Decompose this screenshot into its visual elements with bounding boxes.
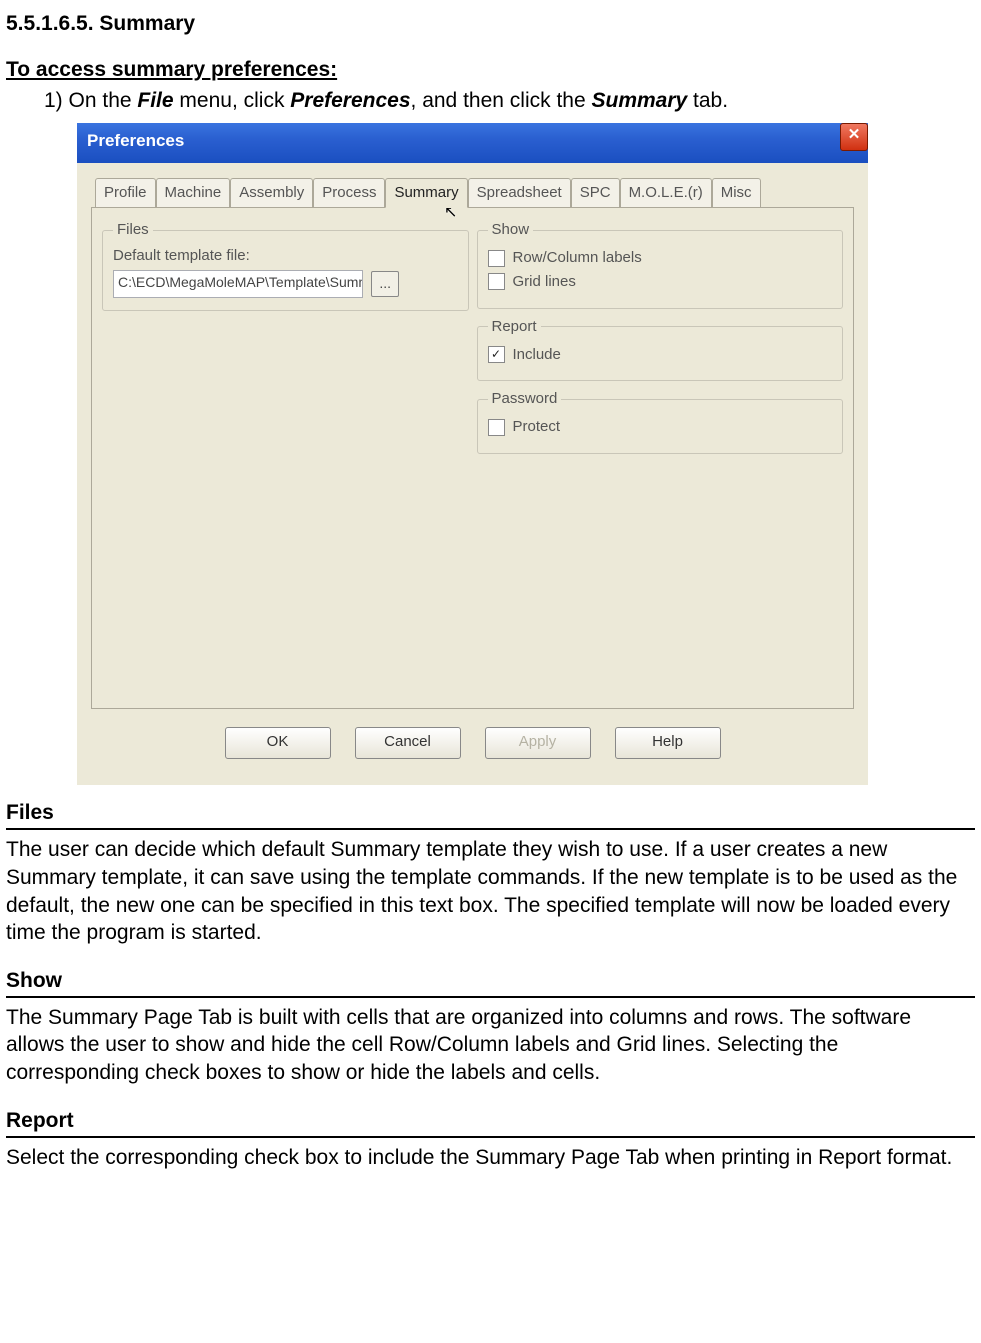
- password-group: Password Protect: [477, 389, 844, 454]
- preferences-dialog: Preferences ✕ Profile Machine Assembly P…: [73, 119, 872, 789]
- files-legend: Files: [113, 220, 153, 240]
- grid-lines-label: Grid lines: [513, 272, 576, 292]
- tab-summary[interactable]: Summary: [385, 178, 467, 209]
- default-template-input[interactable]: C:\ECD\MegaMoleMAP\Template\Summ: [113, 270, 363, 298]
- dialog-titlebar[interactable]: Preferences ✕: [77, 123, 868, 162]
- tab-machine[interactable]: Machine: [156, 178, 231, 209]
- cancel-button[interactable]: Cancel: [355, 727, 461, 759]
- row-column-labels-checkbox[interactable]: [488, 250, 505, 267]
- row-column-labels-label: Row/Column labels: [513, 248, 642, 268]
- protect-checkbox[interactable]: [488, 419, 505, 436]
- step-text-4: tab.: [687, 89, 728, 112]
- report-section-text: Select the corresponding check box to in…: [6, 1144, 975, 1172]
- files-group: Files Default template file: C:\ECD\Mega…: [102, 220, 469, 311]
- include-checkbox[interactable]: [488, 346, 505, 363]
- tab-process[interactable]: Process: [313, 178, 385, 209]
- ok-button[interactable]: OK: [225, 727, 331, 759]
- tab-strip: Profile Machine Assembly Process Summary…: [95, 177, 854, 208]
- dialog-title: Preferences: [87, 130, 184, 152]
- help-button[interactable]: Help: [615, 727, 721, 759]
- bold-summary: Summary: [591, 89, 687, 112]
- show-section-title: Show: [6, 967, 975, 998]
- access-heading: To access summary preferences:: [6, 56, 975, 84]
- step-text-3: , and then click the: [411, 89, 592, 112]
- tab-spc[interactable]: SPC: [571, 178, 620, 209]
- close-icon[interactable]: ✕: [840, 123, 868, 151]
- show-legend: Show: [488, 220, 534, 240]
- default-template-label: Default template file:: [113, 246, 458, 266]
- dialog-button-row: OK Cancel Apply Help: [91, 713, 854, 773]
- browse-button[interactable]: ...: [371, 271, 399, 297]
- tab-assembly[interactable]: Assembly: [230, 178, 313, 209]
- step-1: 1) On the File menu, click Preferences, …: [44, 87, 975, 115]
- section-number-title: 5.5.1.6.5. Summary: [6, 10, 975, 38]
- report-section-title: Report: [6, 1107, 975, 1138]
- files-section-title: Files: [6, 799, 975, 830]
- report-section-body: Select the corresponding check box to in…: [6, 1144, 975, 1172]
- show-section-body: The Summary Page Tab is built with cells…: [6, 1004, 975, 1087]
- bold-preferences: Preferences: [290, 89, 410, 112]
- tab-profile[interactable]: Profile: [95, 178, 156, 209]
- tab-misc[interactable]: Misc: [712, 178, 761, 209]
- report-group: Report Include: [477, 317, 844, 382]
- tab-mole[interactable]: M.O.L.E.(r): [620, 178, 712, 209]
- tab-spreadsheet[interactable]: Spreadsheet: [468, 178, 571, 209]
- password-legend: Password: [488, 389, 562, 409]
- apply-button[interactable]: Apply: [485, 727, 591, 759]
- grid-lines-checkbox[interactable]: [488, 273, 505, 290]
- files-section-text: The user can decide which default Summar…: [6, 836, 975, 947]
- show-group: Show Row/Column labels Grid lines: [477, 220, 844, 308]
- include-label: Include: [513, 345, 561, 365]
- tab-pane-summary: ↖ Files Default template file: C:\ECD\Me…: [91, 207, 854, 709]
- report-legend: Report: [488, 317, 541, 337]
- files-section-body: The user can decide which default Summar…: [6, 836, 975, 947]
- step-text-2: menu, click: [174, 89, 291, 112]
- bold-file: File: [137, 89, 173, 112]
- protect-label: Protect: [513, 417, 561, 437]
- show-section-text: The Summary Page Tab is built with cells…: [6, 1004, 975, 1087]
- step-text-1: 1) On the: [44, 89, 137, 112]
